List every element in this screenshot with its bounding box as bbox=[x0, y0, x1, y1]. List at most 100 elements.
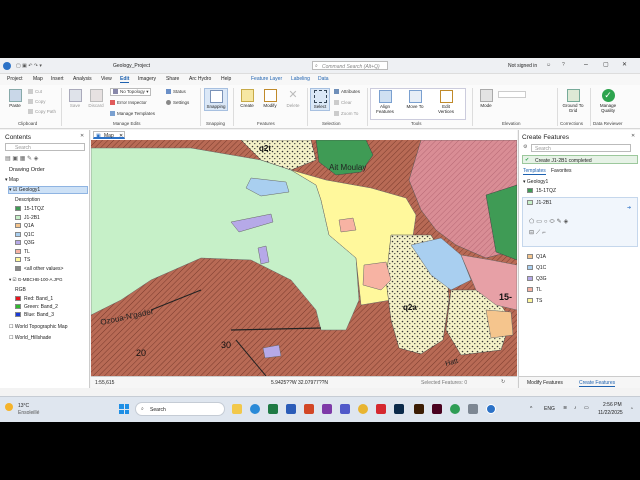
band-item[interactable]: Green: Band_2 bbox=[15, 304, 58, 310]
wifi-icon[interactable]: ≋ bbox=[563, 405, 567, 411]
tab-share[interactable]: Share bbox=[166, 76, 179, 82]
legend-item[interactable]: Q1A bbox=[15, 223, 34, 229]
ellipse-tool-icon[interactable]: ⬭ bbox=[550, 219, 557, 225]
legend-other-values[interactable]: <all other values> bbox=[15, 266, 63, 272]
start-button-icon[interactable] bbox=[119, 404, 129, 414]
legend-item[interactable]: TL bbox=[15, 249, 30, 255]
zoom-to-button[interactable]: Zoom To bbox=[334, 111, 358, 117]
right-angle-tool-icon[interactable]: ⌐ bbox=[542, 230, 548, 236]
freehand-tool-icon[interactable]: ✎ bbox=[557, 219, 564, 225]
geology-map-canvas[interactable]: q2t Ait Moulay q2a 15- Ozoua-N'gader 20 … bbox=[91, 140, 517, 376]
word-icon[interactable] bbox=[286, 404, 296, 414]
layer-world-hillshade[interactable]: ☐ World_Hillshade bbox=[9, 335, 51, 341]
app-icon-grey[interactable] bbox=[468, 404, 478, 414]
map-view[interactable]: ▣ Map ✕ q2t Ait Moulay q2a 15- Ozoua-N'g… bbox=[91, 130, 517, 388]
map-tab-close-icon[interactable]: ✕ bbox=[119, 133, 123, 139]
legend-item[interactable]: Q1C bbox=[15, 232, 34, 238]
modify-button[interactable]: Modify bbox=[260, 89, 280, 108]
edit-vertices-button[interactable]: Edit Vertices bbox=[434, 90, 458, 114]
tab-project[interactable]: Project bbox=[7, 76, 23, 82]
indesign-icon[interactable] bbox=[432, 404, 442, 414]
language-indicator[interactable]: ENG bbox=[544, 406, 555, 412]
tab-favorites[interactable]: Favorites bbox=[551, 168, 572, 174]
command-search-box[interactable]: ⌕ Command Search (Alt+Q) bbox=[312, 61, 388, 70]
weather-icon[interactable] bbox=[5, 403, 13, 411]
elevation-input[interactable] bbox=[498, 91, 526, 98]
close-icon[interactable]: ✕ bbox=[622, 61, 627, 68]
tab-insert[interactable]: Insert bbox=[51, 76, 64, 82]
band-item[interactable]: Red: Band_1 bbox=[15, 296, 53, 302]
tab-feature-layer[interactable]: Feature Layer bbox=[251, 76, 282, 82]
ground-to-grid-button[interactable]: Ground To Grid bbox=[560, 89, 586, 113]
user-icon[interactable]: ☺ bbox=[546, 62, 551, 68]
discard-button[interactable]: Discard bbox=[86, 89, 106, 108]
tab-templates[interactable]: Templates bbox=[523, 168, 546, 175]
modify-features-tab[interactable]: Modify Features bbox=[527, 380, 563, 386]
template-arrow-icon[interactable]: ➔ bbox=[627, 205, 631, 211]
taskbar-search[interactable]: ⌕ Search bbox=[135, 402, 225, 416]
align-features-button[interactable]: Align Features bbox=[373, 90, 397, 114]
legend-item[interactable]: J1-2B1 bbox=[15, 215, 40, 221]
acrobat-icon[interactable] bbox=[376, 404, 386, 414]
legend-item[interactable]: TS bbox=[15, 257, 30, 263]
create-button[interactable]: Create bbox=[237, 89, 257, 108]
template-item[interactable]: Q1A bbox=[527, 254, 546, 260]
scale-dropdown[interactable]: 1:55,615 bbox=[95, 380, 114, 386]
list-by-editing-icon[interactable]: ✎ bbox=[27, 156, 32, 162]
minimize-icon[interactable]: – bbox=[584, 61, 588, 68]
template-item[interactable]: 15-1TQZ bbox=[527, 188, 556, 194]
tab-analysis[interactable]: Analysis bbox=[73, 76, 92, 82]
maximize-icon[interactable]: ▢ bbox=[603, 61, 609, 68]
settings-button[interactable]: Settings bbox=[166, 100, 189, 106]
error-inspector-button[interactable]: Error Inspector bbox=[110, 100, 147, 106]
template-group-geology[interactable]: ▾ Geology1 bbox=[523, 179, 548, 185]
template-item[interactable]: Q3G bbox=[527, 276, 547, 282]
list-by-source-icon[interactable]: ▣ bbox=[12, 156, 18, 162]
arcgis-pro-icon[interactable] bbox=[486, 404, 496, 414]
tab-data[interactable]: Data bbox=[318, 76, 329, 82]
list-by-snapping-icon[interactable]: ◈ bbox=[34, 156, 39, 162]
show-hidden-icons[interactable]: ^ bbox=[530, 406, 532, 412]
attributes-button[interactable]: Attributes bbox=[334, 89, 360, 95]
clock-date[interactable]: 11/22/2025 bbox=[598, 410, 623, 416]
help-icon[interactable]: ? bbox=[562, 62, 565, 68]
rectangle-tool-icon[interactable]: ▭ bbox=[536, 219, 544, 225]
template-item-selected[interactable]: J1-2B1 bbox=[527, 200, 552, 206]
map-tab[interactable]: ▣ Map ✕ bbox=[93, 131, 125, 139]
delete-button[interactable]: ✕ Delete bbox=[283, 89, 303, 108]
excel-icon[interactable] bbox=[268, 404, 278, 414]
contents-search-input[interactable]: Search bbox=[5, 143, 85, 151]
create-settings-icon[interactable]: ⚙ bbox=[523, 144, 527, 150]
onenote-icon[interactable] bbox=[322, 404, 332, 414]
polygon-tl-b[interactable] bbox=[338, 217, 357, 233]
elevation-mode-button[interactable]: Mode bbox=[477, 89, 495, 108]
pane-close-icon[interactable]: ✕ bbox=[80, 133, 84, 139]
file-explorer-icon[interactable] bbox=[232, 404, 242, 414]
legend-item[interactable]: 15-1TQZ bbox=[15, 206, 44, 212]
move-to-button[interactable]: Move To bbox=[404, 90, 426, 109]
manage-templates-button[interactable]: Manage Templates bbox=[110, 111, 155, 117]
paste-button[interactable]: Paste bbox=[6, 89, 24, 108]
edge-icon[interactable] bbox=[250, 404, 260, 414]
manage-quality-button[interactable]: ✓ Manage Quality bbox=[594, 89, 622, 113]
layer-geology[interactable]: ▾ ☑ Geology1 bbox=[9, 187, 40, 193]
battery-icon[interactable]: ▭ bbox=[584, 405, 589, 411]
app-icon-green[interactable] bbox=[450, 404, 460, 414]
template-item[interactable]: TS bbox=[527, 298, 542, 304]
copy-path-button[interactable]: Copy Path bbox=[28, 109, 56, 115]
tab-edit[interactable]: Edit bbox=[120, 76, 130, 83]
split-tool-icon[interactable]: ⊟ bbox=[529, 230, 536, 236]
tab-help[interactable]: Help bbox=[221, 76, 231, 82]
map-node[interactable]: ▾ Map bbox=[5, 177, 19, 183]
tab-arc-hydro[interactable]: Arc Hydro bbox=[189, 76, 211, 82]
polygon-q1a-a[interactable] bbox=[485, 309, 514, 339]
autocomplete-tool-icon[interactable]: ◈ bbox=[564, 219, 571, 225]
list-by-selection-icon[interactable]: ▦ bbox=[20, 156, 26, 162]
notifications-icon[interactable]: ◔ bbox=[630, 406, 633, 412]
save-button[interactable]: Save bbox=[66, 89, 84, 108]
template-item[interactable]: TL bbox=[527, 287, 542, 293]
illustrator-icon[interactable] bbox=[414, 404, 424, 414]
photoshop-icon[interactable] bbox=[394, 404, 404, 414]
create-features-tab[interactable]: Create Features bbox=[579, 380, 616, 387]
app-logo-icon[interactable] bbox=[3, 62, 11, 70]
